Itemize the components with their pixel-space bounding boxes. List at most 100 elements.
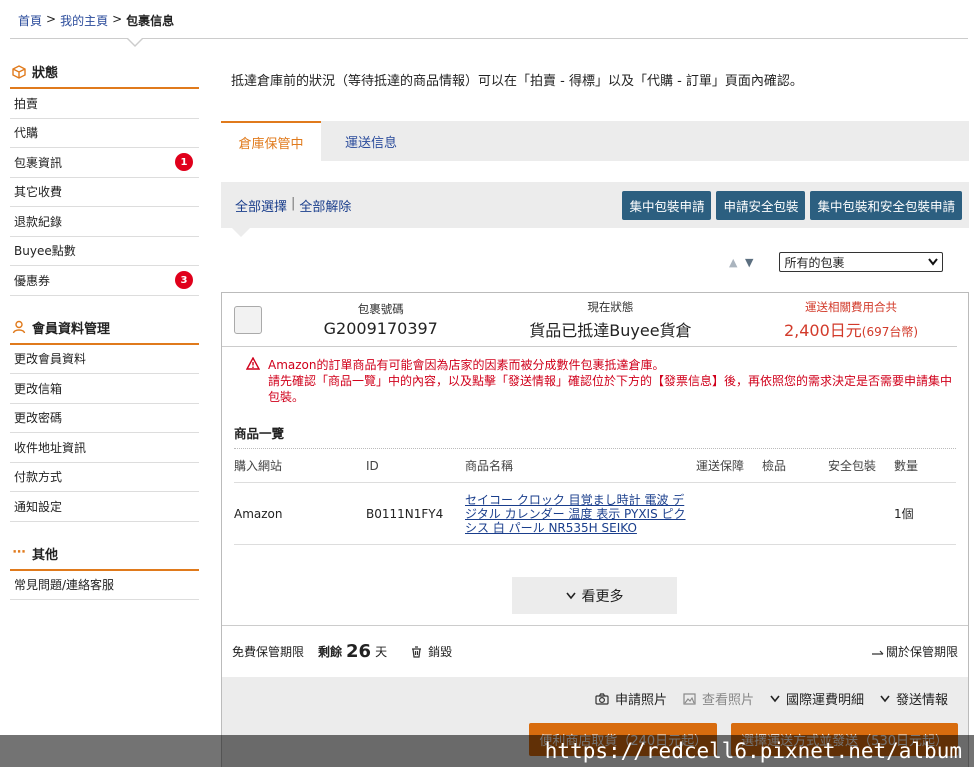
- sidebar-item-other-fees[interactable]: 其它收費: [10, 178, 199, 207]
- storage-bar: 免費保管期限 剩餘 26 天 銷毀 關於保管期限: [222, 625, 968, 677]
- user-icon: [12, 320, 26, 334]
- package-status-label: 現在狀態: [587, 299, 634, 314]
- sidebar-item-payment[interactable]: 付款方式: [10, 463, 199, 492]
- ellipsis-icon: ⋯: [12, 545, 26, 560]
- sidebar-item-label: 更改會員資料: [14, 352, 87, 367]
- sidebar-item-package-info[interactable]: 包裹資訊 1: [10, 148, 199, 178]
- notification-badge: 3: [175, 271, 193, 290]
- header-divider: [10, 38, 968, 39]
- sidebar-item-edit-email[interactable]: 更改信箱: [10, 374, 199, 404]
- column-header: 安全包裝: [828, 459, 877, 473]
- shipping-fee-details-label: 國際運費明細: [785, 693, 864, 708]
- sidebar-item-label: 通知設定: [14, 499, 63, 514]
- sidebar-section-title: 其他: [32, 547, 59, 563]
- sort-down-icon[interactable]: ▼: [745, 256, 755, 269]
- sidebar-item-points[interactable]: Buyee點數: [10, 237, 199, 266]
- warning-line-2: 請先確認「商品一覽」中的內容，以及點擊「發送情報」確認位於下方的【發票信息】後，…: [268, 374, 953, 404]
- destroy-label: 銷毀: [428, 645, 453, 659]
- item-site: Amazon: [234, 506, 283, 521]
- sidebar-item-label: 常見問題/連絡客服: [14, 578, 115, 593]
- warning-line-1: Amazon的訂單商品有可能會因為店家的因素而被分成數件包裹抵達倉庫。: [268, 358, 665, 372]
- sidebar-item-edit-profile[interactable]: 更改會員資料: [10, 345, 199, 374]
- item-name-link[interactable]: セイコー クロック 目覚まし時計 電波 デジタル カレンダー 温度 表示 PYX…: [465, 493, 696, 535]
- tab-bar: 倉庫保管中 運送信息: [221, 121, 969, 161]
- sidebar-section-title: 會員資料管理: [32, 321, 111, 337]
- breadcrumb-separator: >: [112, 12, 123, 26]
- sidebar-item-address[interactable]: 收件地址資訊: [10, 433, 199, 463]
- sidebar-item-proxy[interactable]: 代購: [10, 119, 199, 148]
- package-fee-local: (697台幣): [861, 324, 919, 339]
- shipping-fee-details-link[interactable]: 國際運費明細: [770, 689, 864, 708]
- sidebar-item-faq[interactable]: 常見問題/連絡客服: [10, 571, 199, 600]
- tab-warehouse[interactable]: 倉庫保管中: [221, 121, 321, 161]
- sidebar-item-label: 付款方式: [14, 470, 63, 485]
- deselect-all-link[interactable]: 全部解除: [299, 196, 351, 215]
- sidebar-item-label: 更改密碼: [14, 411, 63, 426]
- sidebar-section-status: 狀態: [10, 56, 199, 89]
- package-filter-select[interactable]: 所有的包裹: [779, 252, 944, 272]
- column-header: ID: [366, 458, 379, 473]
- items-title: 商品一覽: [234, 423, 956, 449]
- breadcrumb-home-link[interactable]: 首頁: [18, 12, 42, 29]
- package-number-label: 包裹號碼: [357, 302, 404, 316]
- days-unit: 天: [375, 645, 388, 659]
- storage-label: 免費保管期限: [232, 645, 305, 659]
- tab-shipping[interactable]: 運送信息: [321, 121, 421, 161]
- chevron-down-icon: [880, 695, 890, 702]
- destroy-link[interactable]: 銷毀: [411, 643, 452, 660]
- sidebar-item-label: 優惠券: [14, 273, 51, 288]
- view-photo-link[interactable]: 查看照片: [683, 689, 754, 708]
- consolidate-safe-packing-button[interactable]: 集中包裝和安全包裝申請: [810, 190, 962, 220]
- sort-bar: ▲ ▼ 所有的包裹: [729, 252, 944, 272]
- package-header: 包裹號碼 G2009170397 現在狀態 貨品已抵達Buyee貨倉 運送相關費…: [222, 293, 957, 347]
- sidebar-item-refunds[interactable]: 退款紀錄: [10, 207, 199, 237]
- breadcrumb-mypage-link[interactable]: 我的主頁: [60, 12, 108, 29]
- sidebar-item-label: 包裹資訊: [14, 155, 63, 170]
- item-id: B0111N1FY4: [366, 506, 444, 521]
- breadcrumb: 首頁 > 我的主頁 > 包裹信息: [18, 12, 174, 29]
- sidebar-item-auction[interactable]: 拍賣: [10, 89, 199, 119]
- arrow-right-icon: [871, 650, 884, 655]
- items-table-header: 購入網站 ID 商品名稱 運送保障 檢品 安全包裝 數量: [234, 449, 956, 483]
- sort-up-icon[interactable]: ▲: [729, 256, 739, 269]
- package-fee-label: 運送相關費用合共: [805, 299, 897, 314]
- sidebar-item-label: 收件地址資訊: [14, 440, 87, 455]
- sidebar-item-label: 拍賣: [14, 96, 39, 111]
- breadcrumb-notch: [126, 37, 144, 47]
- sidebar-item-notifications[interactable]: 通知設定: [10, 492, 199, 522]
- package-toolbar: 全部選擇 | 全部解除 集中包裝申請 申請安全包裝 集中包裝和安全包裝申請: [221, 182, 969, 228]
- package-status-column: 現在狀態 貨品已抵達Buyee貨倉: [482, 299, 739, 341]
- safe-packing-button[interactable]: 申請安全包裝: [716, 190, 806, 220]
- select-all-link[interactable]: 全部選擇: [235, 196, 287, 215]
- send-info-label: 發送情報: [895, 693, 948, 708]
- package-checkbox[interactable]: [234, 305, 262, 334]
- sidebar-item-label: Buyee點數: [14, 244, 76, 259]
- remaining-label: 剩餘: [318, 645, 343, 659]
- remaining-days: 26: [346, 641, 372, 662]
- notification-badge: 1: [175, 153, 193, 172]
- sidebar-item-label: 其它收費: [14, 185, 63, 200]
- toolbar-notch: [232, 228, 250, 237]
- sidebar-item-coupons[interactable]: 優惠券 3: [10, 266, 199, 296]
- sidebar-item-label: 代購: [14, 126, 39, 141]
- consolidate-button[interactable]: 集中包裝申請: [622, 190, 712, 220]
- sidebar: 狀態 拍賣 代購 包裹資訊 1 其它收費 退款紀錄 Buyee點數 優惠券 3 會員…: [10, 52, 199, 600]
- request-photo-link[interactable]: 申請照片: [595, 689, 667, 708]
- camera-icon: [595, 692, 609, 705]
- table-row: Amazon B0111N1FY4 セイコー クロック 目覚まし時計 電波 デジ…: [234, 483, 956, 545]
- about-storage-link[interactable]: 關於保管期限: [871, 643, 958, 660]
- warning-message: Amazon的訂單商品有可能會因為店家的因素而被分成數件包裹抵達倉庫。 請先確認…: [245, 356, 956, 405]
- column-header: 檢品: [762, 459, 787, 473]
- sidebar-section-other: ⋯ 其他: [10, 538, 199, 571]
- package-fee-column: 運送相關費用合共 2,400日元(697台幣): [757, 299, 945, 341]
- sidebar-item-label: 退款紀錄: [14, 214, 63, 229]
- package-number: G2009170397: [323, 319, 438, 338]
- column-header: 數量: [894, 459, 919, 473]
- see-more-button[interactable]: 看更多: [512, 577, 677, 614]
- request-photo-label: 申請照片: [614, 693, 667, 708]
- sidebar-item-edit-password[interactable]: 更改密碼: [10, 404, 199, 433]
- box-icon: [12, 64, 26, 79]
- column-header: 運送保障: [696, 459, 745, 473]
- chevron-down-icon: [565, 592, 576, 599]
- send-info-link[interactable]: 發送情報: [880, 689, 948, 708]
